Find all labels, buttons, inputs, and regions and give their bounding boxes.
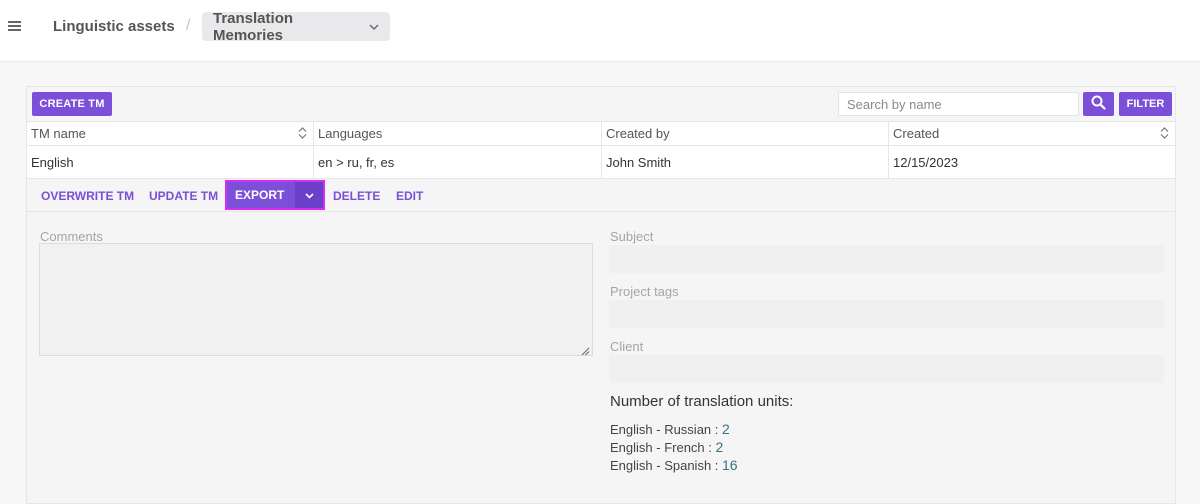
export-button[interactable]: EXPORT [227,182,295,208]
export-dropdown-toggle[interactable] [295,182,323,208]
filter-button[interactable]: FILTER [1119,92,1172,116]
sort-icon[interactable] [298,127,307,142]
unit-count-value: 2 [715,439,724,455]
unit-count-value: 16 [722,457,738,473]
column-header-tm-name[interactable]: TM name [27,122,313,145]
client-value [609,355,1164,383]
translation-units-title: Number of translation units: [610,393,794,410]
breadcrumb-current-label: Translation Memories [213,9,294,44]
update-tm-button[interactable]: UPDATE TM [149,179,218,212]
comments-field[interactable] [39,243,593,356]
overwrite-tm-button[interactable]: OVERWRITE TM [41,179,134,212]
chevron-down-icon [304,186,314,204]
breadcrumb-linguistic-assets[interactable]: Linguistic assets [53,18,175,36]
cell-languages: en > ru, fr, es [313,146,601,178]
table-header: TM name Languages Created by Created [27,121,1175,146]
project-tags-value [609,300,1164,328]
edit-button[interactable]: EDIT [396,179,423,212]
resize-grip-icon[interactable] [581,343,590,361]
column-header-created[interactable]: Created [888,122,1175,145]
top-bar: Linguistic assets / Translation Memories [0,0,1200,62]
breadcrumb-translation-memories-dropdown[interactable]: Translation Memories [202,9,390,44]
project-tags-label: Project tags [610,284,679,299]
sort-icon[interactable] [1160,127,1169,142]
subject-value [609,245,1164,273]
client-label: Client [610,339,644,354]
breadcrumb-separator: / [186,17,191,34]
subject-label: Subject [610,229,654,244]
search-input[interactable] [838,92,1079,116]
export-split-button: EXPORT [225,180,325,210]
row-actions-bar: OVERWRITE TM UPDATE TM EXPORT DELETE EDI… [27,179,1175,212]
delete-button[interactable]: DELETE [333,179,380,212]
comments-label: Comments [40,229,103,244]
unit-count-line: English - French : 2 [610,439,724,455]
table-row[interactable]: English en > ru, fr, es John Smith 12/15… [27,146,1175,179]
column-header-languages[interactable]: Languages [313,122,601,145]
chevron-down-icon [369,24,379,30]
cell-created-by: John Smith [601,146,888,178]
tm-panel: CREATE TM FILTER TM name Languages Creat… [26,86,1176,504]
create-tm-button[interactable]: CREATE TM [32,92,112,116]
column-header-created-by[interactable]: Created by [601,122,888,145]
cell-created: 12/15/2023 [888,146,1175,178]
search-button[interactable] [1083,92,1114,116]
hamburger-icon[interactable] [8,19,22,33]
search-icon [1091,95,1106,113]
unit-count-line: English - Spanish : 16 [610,457,738,473]
cell-tm-name: English [31,154,74,170]
unit-count-value: 2 [722,421,730,437]
unit-count-line: English - Russian : 2 [610,421,730,437]
